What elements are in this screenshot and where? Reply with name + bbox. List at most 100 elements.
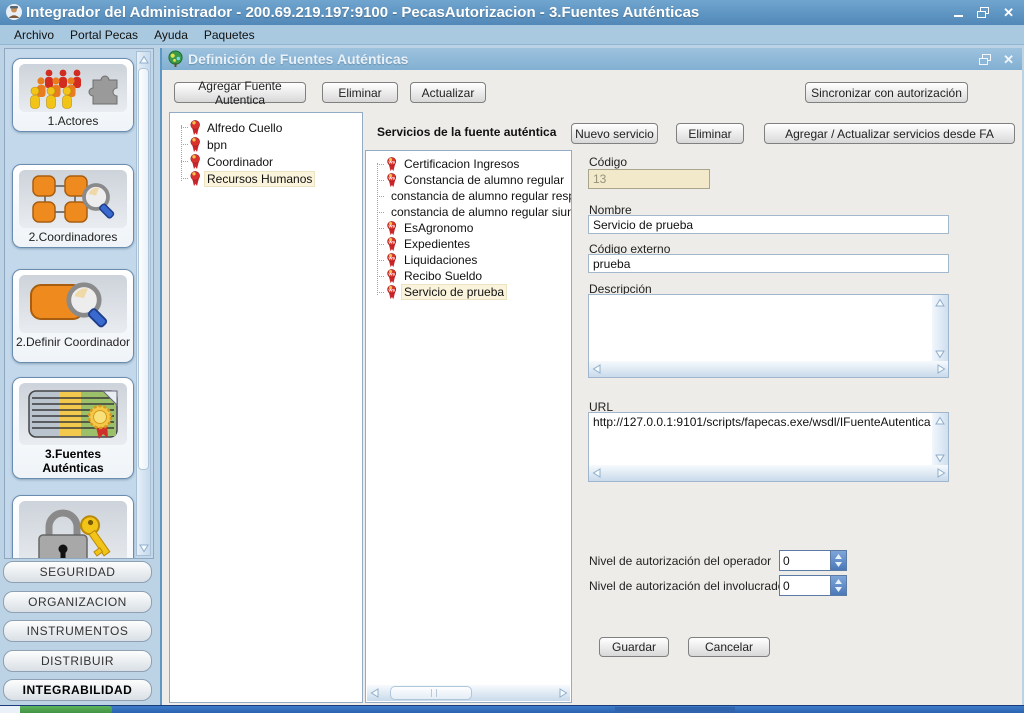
- minimize-icon[interactable]: [954, 15, 963, 17]
- app-icon: [5, 3, 23, 21]
- scrollbar-down-icon[interactable]: [932, 450, 948, 465]
- sidebar-category-button[interactable]: INTEGRABILIDAD: [3, 679, 152, 701]
- service-tree-item[interactable]: ws Servicio de prueba: [366, 284, 571, 300]
- spinner-down-icon[interactable]: [835, 587, 842, 592]
- nivel-operador-spinner[interactable]: [779, 550, 847, 571]
- svg-text:ws: ws: [388, 160, 396, 165]
- svg-text:ws: ws: [388, 176, 396, 181]
- scrollbar-up-icon[interactable]: [932, 295, 948, 310]
- svg-text:ws: ws: [388, 256, 396, 261]
- scrollbar-up-icon[interactable]: [137, 52, 150, 67]
- close-icon[interactable]: ✕: [1003, 0, 1014, 25]
- service-tree-item[interactable]: ws Constancia de alumno regular: [366, 172, 571, 188]
- sidebar-category-button[interactable]: SEGURIDAD: [3, 561, 152, 583]
- taskbar-window-button[interactable]: [615, 707, 735, 713]
- service-tree-item[interactable]: ws Certificacion Ingresos: [366, 156, 571, 172]
- service-tree-item[interactable]: ws constancia de alumno regular resp: [366, 188, 571, 204]
- source-tree-item[interactable]: Recursos Humanos: [170, 170, 362, 187]
- scrollbar-thumb[interactable]: [138, 68, 149, 470]
- nuevo-servicio-button[interactable]: Nuevo servicio: [571, 123, 658, 144]
- url-field[interactable]: http://127.0.0.1:9101/scripts/fapecas.ex…: [588, 412, 949, 482]
- codigo-field[interactable]: [588, 169, 710, 189]
- eliminar-fuente-button[interactable]: Eliminar: [322, 82, 398, 103]
- menu-item[interactable]: Paquetes: [196, 28, 263, 42]
- nombre-field[interactable]: [588, 215, 949, 234]
- menu-item[interactable]: Ayuda: [146, 28, 196, 42]
- sidebar-item-definir-coordinador[interactable]: 2.Definir Coordinador: [12, 269, 134, 363]
- actors-group-puzzle-icon: [19, 64, 127, 112]
- sidebar-item-coordinadores[interactable]: 2.Coordinadores: [12, 164, 134, 248]
- spinner-down-icon[interactable]: [835, 562, 842, 567]
- diagram-magnifier-icon: [19, 170, 127, 228]
- scrollbar-right-icon[interactable]: [933, 362, 948, 377]
- scrollbar-up-icon[interactable]: [932, 413, 948, 428]
- scrollbar-right-icon[interactable]: [933, 466, 948, 481]
- scrollbar-right-icon[interactable]: [555, 686, 570, 701]
- source-tree-item[interactable]: Alfredo Cuello: [170, 119, 362, 136]
- ribbon-icon: [189, 171, 201, 187]
- dialog-restore-icon[interactable]: [979, 54, 991, 65]
- scrollbar-left-icon[interactable]: [589, 466, 604, 481]
- source-tree-item[interactable]: Coordinador: [170, 153, 362, 170]
- service-tree-item[interactable]: ws constancia de alumno regular siun: [366, 204, 571, 220]
- scrollbar-left-icon[interactable]: [589, 362, 604, 377]
- sidebar-item-label: 1.Actores: [13, 113, 133, 131]
- descripcion-hscrollbar[interactable]: [589, 361, 948, 377]
- guardar-button[interactable]: Guardar: [599, 637, 669, 657]
- menu-item[interactable]: Portal Pecas: [62, 28, 146, 42]
- agregar-actualizar-servicios-button[interactable]: Agregar / Actualizar servicios desde FA: [764, 123, 1015, 144]
- lock-key-icon: [19, 501, 127, 559]
- ws-ribbon-icon: ws: [385, 285, 398, 300]
- nivel-operador-field[interactable]: [780, 551, 830, 570]
- dialog-titlebar: Definición de Fuentes Auténticas ✕: [162, 48, 1022, 70]
- service-tree-item[interactable]: ws Recibo Sueldo: [366, 268, 571, 284]
- sources-tree-panel: Alfredo Cuello bpn Coordinador Recursos …: [169, 112, 363, 703]
- cancelar-button[interactable]: Cancelar: [688, 637, 770, 657]
- scrollbar-left-icon[interactable]: [367, 686, 382, 701]
- descripcion-vscrollbar[interactable]: [932, 295, 948, 361]
- ws-ribbon-icon: ws: [385, 253, 398, 268]
- scrollbar-down-icon[interactable]: [137, 540, 150, 555]
- start-button[interactable]: [20, 706, 112, 713]
- nivel-involucrado-field[interactable]: [780, 576, 830, 595]
- shape-magnifier-icon: [19, 275, 127, 333]
- agregar-fuente-button[interactable]: Agregar Fuente Autentica: [174, 82, 306, 103]
- descripcion-field[interactable]: [588, 294, 949, 378]
- ribbon-icon: [189, 137, 201, 153]
- svg-text:ws: ws: [388, 272, 396, 277]
- menu-item[interactable]: Archivo: [6, 28, 62, 42]
- service-tree-item[interactable]: ws Expedientes: [366, 236, 571, 252]
- sidebar-category-button[interactable]: INSTRUMENTOS: [3, 620, 152, 642]
- restore-icon[interactable]: [977, 7, 989, 18]
- actualizar-button[interactable]: Actualizar: [410, 82, 486, 103]
- codigo-externo-field[interactable]: [588, 254, 949, 273]
- taskbar[interactable]: [0, 705, 1024, 713]
- sidebar-item-label: 3.Fuentes Auténticas: [13, 446, 133, 478]
- url-vscrollbar[interactable]: [932, 413, 948, 465]
- svg-text:ws: ws: [388, 240, 396, 245]
- sidebar-item-seguridad-lock[interactable]: [12, 495, 134, 559]
- ws-ribbon-icon: ws: [385, 173, 398, 188]
- url-hscrollbar[interactable]: [589, 465, 948, 481]
- sidebar-item-actores[interactable]: 1.Actores: [12, 58, 134, 132]
- service-tree-item[interactable]: ws Liquidaciones: [366, 252, 571, 268]
- services-horizontal-scrollbar[interactable]: [367, 685, 570, 701]
- eliminar-servicio-button[interactable]: Eliminar: [676, 123, 744, 144]
- spinner-buttons[interactable]: [830, 551, 846, 570]
- sidebar-scrollbar[interactable]: [136, 51, 151, 556]
- spinner-up-icon[interactable]: [835, 554, 842, 559]
- sidebar-category-button[interactable]: ORGANIZACION: [3, 591, 152, 613]
- service-tree-item[interactable]: ws EsAgronomo: [366, 220, 571, 236]
- scrollbar-thumb[interactable]: [390, 686, 472, 700]
- dialog-close-icon[interactable]: ✕: [1003, 47, 1014, 72]
- sidebar-category-button[interactable]: DISTRIBUIR: [3, 650, 152, 672]
- spinner-buttons[interactable]: [830, 576, 846, 595]
- dialog-icon: [167, 50, 184, 67]
- spinner-up-icon[interactable]: [835, 579, 842, 584]
- sidebar-item-fuentes-autenticas[interactable]: 3.Fuentes Auténticas: [12, 377, 134, 479]
- nivel-involucrado-spinner[interactable]: [779, 575, 847, 596]
- source-tree-item[interactable]: bpn: [170, 136, 362, 153]
- scrollbar-down-icon[interactable]: [932, 346, 948, 361]
- sincronizar-button[interactable]: Sincronizar con autorización: [805, 82, 968, 103]
- ws-ribbon-icon: ws: [385, 221, 398, 236]
